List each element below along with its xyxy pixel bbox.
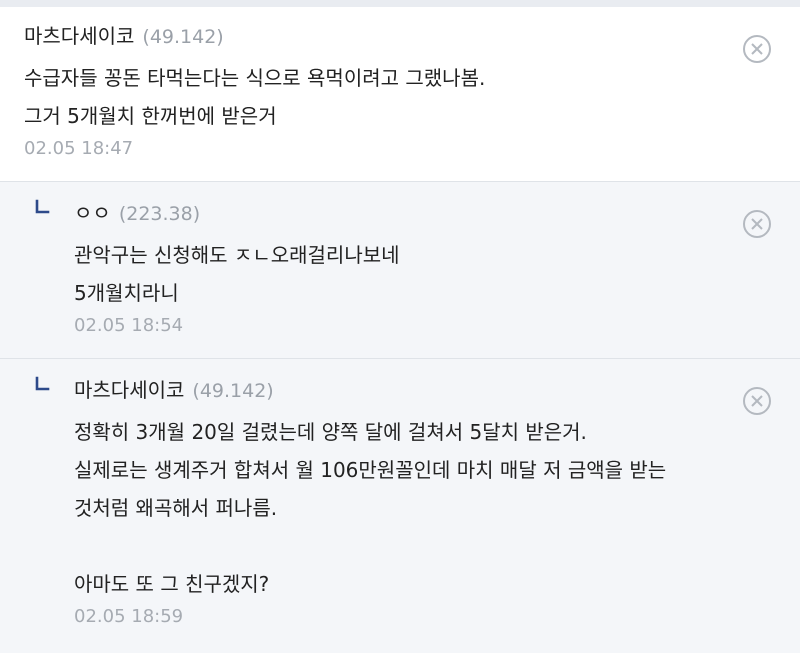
- reply-text-line: [74, 527, 800, 565]
- reply-author[interactable]: ㅇㅇ: [74, 201, 111, 225]
- reply-text-line: 실제로는 생계주거 합쳐서 월 106만원꼴인데 마치 매달 저 금액을 받는: [74, 458, 667, 482]
- close-circle-icon: [743, 210, 771, 238]
- reply-text-line: 관악구는 신청해도 ㅈㄴ오래걸리나보네: [74, 243, 400, 267]
- comment-header: 마츠다세이코 (49.142): [24, 20, 800, 52]
- reply-header: 마츠다세이코 (49.142): [74, 374, 800, 406]
- comment-ip: (49.142): [142, 26, 224, 48]
- comment-timestamp: 02.05 18:47: [24, 138, 134, 159]
- top-divider: [0, 0, 800, 7]
- comment-text-line: 그거 5개월치 한꺼번에 받은거: [24, 104, 277, 128]
- comment-list: 마츠다세이코 (49.142) 수급자들 꽁돈 타먹는다는 식으로 욕먹이려고 그…: [0, 7, 800, 653]
- reply-body: 관악구는 신청해도 ㅈㄴ오래걸리나보네 5개월치라니: [74, 236, 800, 312]
- comment-text-line: 수급자들 꽁돈 타먹는다는 식으로 욕먹이려고 그랬나봄.: [24, 66, 486, 90]
- reply-item: ㅇㅇ (223.38) 관악구는 신청해도 ㅈㄴ오래걸리나보네 5개월치라니 02…: [0, 182, 800, 359]
- reply-arrow-icon: [34, 376, 50, 392]
- reply-timestamp: 02.05 18:59: [74, 606, 184, 627]
- comment-item: 마츠다세이코 (49.142) 수급자들 꽁돈 타먹는다는 식으로 욕먹이려고 그…: [0, 7, 800, 182]
- reply-text-line: 것처럼 왜곡해서 퍼나름.: [74, 496, 278, 520]
- reply-ip: (223.38): [118, 203, 201, 225]
- close-circle-icon: [743, 35, 771, 63]
- reply-author[interactable]: 마츠다세이코: [74, 378, 184, 402]
- reply-timestamp: 02.05 18:54: [74, 315, 184, 336]
- delete-reply-button[interactable]: [741, 208, 773, 240]
- comment-body: 수급자들 꽁돈 타먹는다는 식으로 욕먹이려고 그랬나봄. 그거 5개월치 한꺼…: [24, 59, 800, 135]
- reply-header: ㅇㅇ (223.38): [74, 197, 800, 229]
- reply-body: 정확히 3개월 20일 걸렸는데 양쪽 달에 걸쳐서 5달치 받은거. 실제로는…: [74, 413, 800, 603]
- comment-author[interactable]: 마츠다세이코: [24, 24, 134, 48]
- delete-comment-button[interactable]: [741, 33, 773, 65]
- reply-ip: (49.142): [192, 380, 274, 402]
- close-circle-icon: [743, 387, 771, 415]
- reply-arrow-icon: [34, 199, 50, 215]
- reply-text-line: 정확히 3개월 20일 걸렸는데 양쪽 달에 걸쳐서 5달치 받은거.: [74, 420, 587, 444]
- reply-item: 마츠다세이코 (49.142) 정확히 3개월 20일 걸렸는데 양쪽 달에 걸쳐…: [0, 359, 800, 653]
- delete-reply-button[interactable]: [741, 385, 773, 417]
- reply-text-line: 5개월치라니: [74, 281, 179, 305]
- reply-text-line: 아마도 또 그 친구겠지?: [74, 572, 270, 596]
